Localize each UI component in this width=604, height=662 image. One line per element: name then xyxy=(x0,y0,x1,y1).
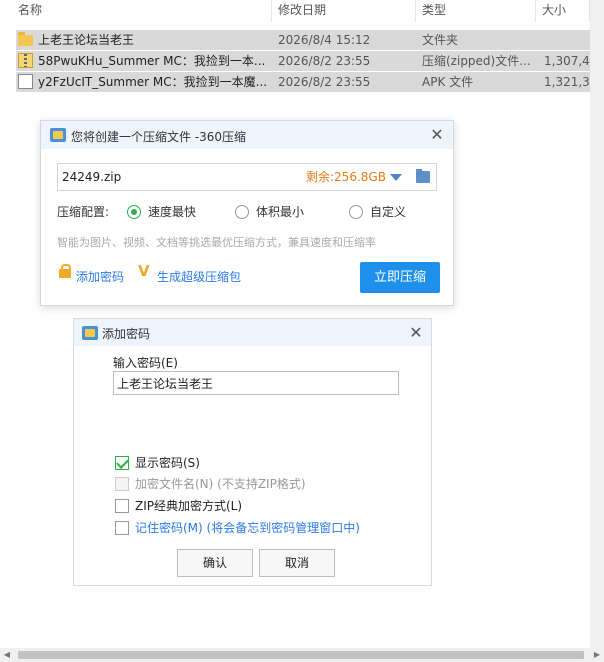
vertical-scrollbar[interactable] xyxy=(590,0,604,648)
close-icon[interactable]: ✕ xyxy=(429,127,445,143)
option-fastest-label[interactable]: 速度最快 xyxy=(148,204,196,220)
show-password-label[interactable]: 显示密码(S) xyxy=(135,455,200,471)
file-name: 上老王论坛当老王 xyxy=(38,33,135,47)
cancel-button[interactable]: 取消 xyxy=(259,549,335,577)
password-dialog: 添加密码 ✕ 输入密码(E) 显示密码(S) 加密文件名(N) (不支持ZIP格… xyxy=(73,318,432,586)
file-type: 文件夹 xyxy=(422,33,459,47)
compress-dialog: 您将创建一个压缩文件 -360压缩 ✕ 24249.zip 剩余:256.8GB… xyxy=(40,120,454,306)
file-name: 58PwuKHu_Summer MC：我捡到一本... xyxy=(38,54,266,68)
file-date: 2026/8/2 23:55 xyxy=(278,75,371,89)
compress-hint: 智能为图片、视频、文档等挑选最优压缩方式，兼具速度和压缩率 xyxy=(57,236,376,249)
dialog-titlebar[interactable]: 您将创建一个压缩文件 -360压缩 ✕ xyxy=(41,121,453,149)
column-header-size[interactable]: 大小 xyxy=(538,0,590,22)
file-row[interactable]: y2FzUcIT_Summer MC：我捡到一本魔... 2026/8/2 23… xyxy=(16,72,604,92)
option-custom-label[interactable]: 自定义 xyxy=(370,204,406,220)
password-input[interactable] xyxy=(113,371,399,395)
archive-app-icon xyxy=(50,128,66,142)
column-header-type[interactable]: 类型 xyxy=(418,0,536,22)
lock-icon[interactable] xyxy=(59,264,71,278)
archive-app-icon xyxy=(82,326,98,340)
add-password-link[interactable]: 添加密码 xyxy=(76,269,124,285)
dialog-title: 您将创建一个压缩文件 -360压缩 xyxy=(71,130,247,144)
browse-folder-icon[interactable] xyxy=(416,169,430,183)
file-name: y2FzUcIT_Summer MC：我捡到一本魔... xyxy=(38,75,268,89)
file-type: APK 文件 xyxy=(422,75,474,89)
file-date: 2026/8/2 23:55 xyxy=(278,54,371,68)
column-header-name[interactable]: 名称 xyxy=(14,0,272,22)
confirm-button[interactable]: 确认 xyxy=(177,549,253,577)
file-date: 2026/8/4 15:12 xyxy=(278,33,371,47)
column-header-date[interactable]: 修改日期 xyxy=(274,0,416,22)
horizontal-scrollbar[interactable]: ◀ ▶ xyxy=(0,648,604,662)
file-row[interactable]: 58PwuKHu_Summer MC：我捡到一本... 2026/8/2 23:… xyxy=(16,51,604,71)
archive-name-field[interactable]: 24249.zip 剩余:256.8GB xyxy=(57,163,437,191)
file-row[interactable]: 上老王论坛当老王 2026/8/4 15:12 文件夹 xyxy=(16,30,604,50)
zip-classic-encryption-checkbox[interactable] xyxy=(115,499,129,513)
radio-custom[interactable] xyxy=(349,205,363,219)
radio-smallest[interactable] xyxy=(235,205,249,219)
dialog-titlebar[interactable]: 添加密码 ✕ xyxy=(74,319,431,346)
close-icon[interactable]: ✕ xyxy=(408,325,424,341)
remember-password-checkbox[interactable] xyxy=(115,521,129,535)
encrypt-filenames-checkbox[interactable] xyxy=(115,477,129,491)
password-label: 输入密码(E) xyxy=(113,356,178,370)
super-pack-v-icon[interactable]: V xyxy=(138,263,150,279)
scroll-left-icon[interactable]: ◀ xyxy=(0,648,14,662)
encrypt-filenames-label: 加密文件名(N) (不支持ZIP格式) xyxy=(135,477,306,491)
chevron-down-icon[interactable] xyxy=(390,174,402,181)
archive-name-value[interactable]: 24249.zip xyxy=(62,164,121,190)
file-type: 压缩(zipped)文件... xyxy=(422,54,531,68)
scroll-right-icon[interactable]: ▶ xyxy=(590,648,604,662)
remember-password-label[interactable]: 记住密码(M) (将会备忘到密码管理窗口中) xyxy=(135,520,360,536)
show-password-checkbox[interactable] xyxy=(115,456,129,470)
compress-config-label: 压缩配置: xyxy=(57,205,110,219)
super-pack-link[interactable]: 生成超级压缩包 xyxy=(157,269,241,285)
compress-now-button[interactable]: 立即压缩 xyxy=(360,262,440,293)
dialog-title: 添加密码 xyxy=(102,327,151,341)
free-space-label: 剩余:256.8GB xyxy=(306,170,386,184)
scrollbar-thumb[interactable] xyxy=(18,651,584,659)
option-smallest-label[interactable]: 体积最小 xyxy=(256,204,304,220)
zip-classic-encryption-label[interactable]: ZIP经典加密方式(L) xyxy=(135,498,242,514)
radio-fastest[interactable] xyxy=(127,205,141,219)
